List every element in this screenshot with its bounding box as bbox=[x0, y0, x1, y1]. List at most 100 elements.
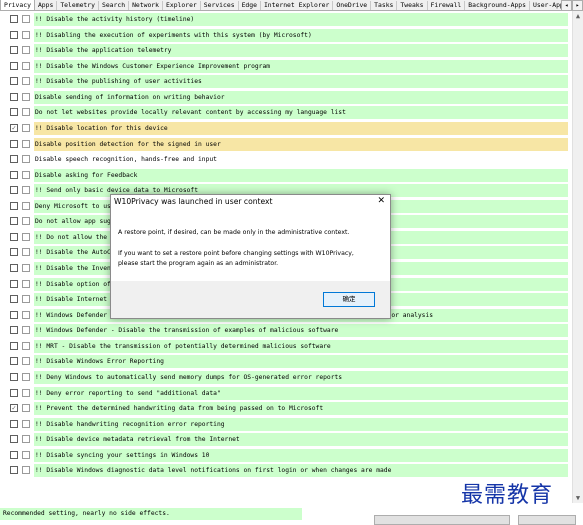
ok-button[interactable]: 确定 bbox=[323, 292, 375, 307]
setting-row: !! Windows Defender - Disable the transm… bbox=[8, 323, 568, 339]
setting-checkbox[interactable] bbox=[10, 372, 18, 381]
scroll-down-icon[interactable]: ▼ bbox=[573, 493, 583, 503]
scroll-up-icon[interactable]: ▲ bbox=[573, 11, 583, 21]
setting-label: !! Disable Windows diagnostic data level… bbox=[34, 464, 568, 478]
setting-checkbox[interactable] bbox=[10, 264, 18, 272]
setting-checkbox[interactable] bbox=[10, 279, 18, 288]
setting-checkbox[interactable] bbox=[10, 295, 18, 304]
setting-user-checkbox[interactable] bbox=[22, 77, 30, 86]
setting-checkbox[interactable] bbox=[10, 77, 18, 86]
setting-user-checkbox[interactable] bbox=[22, 170, 30, 179]
setting-label: Disable asking for Feedback bbox=[34, 168, 568, 182]
tab-services[interactable]: Services bbox=[201, 1, 239, 10]
setting-checkbox[interactable] bbox=[10, 61, 18, 70]
setting-row: ✓ !! Prevent the determined handwriting d… bbox=[8, 401, 568, 417]
setting-user-checkbox[interactable] bbox=[22, 15, 30, 23]
setting-user-checkbox[interactable] bbox=[22, 372, 30, 381]
setting-user-checkbox[interactable] bbox=[22, 404, 30, 413]
setting-checkbox[interactable] bbox=[10, 310, 18, 319]
tab-privacy[interactable]: Privacy bbox=[0, 0, 35, 10]
setting-user-checkbox[interactable] bbox=[22, 264, 30, 272]
bottom-action-button[interactable] bbox=[374, 515, 510, 525]
tab-telemetry[interactable]: Telemetry bbox=[57, 1, 99, 10]
setting-checkbox[interactable] bbox=[10, 30, 18, 39]
setting-checkbox[interactable] bbox=[10, 341, 18, 350]
tab-apps[interactable]: Apps bbox=[35, 1, 58, 10]
setting-user-checkbox[interactable] bbox=[22, 201, 30, 210]
tab-tweaks[interactable]: Tweaks bbox=[397, 1, 428, 10]
setting-checkbox[interactable] bbox=[10, 46, 18, 55]
tab-internet-explorer[interactable]: Internet Explorer bbox=[261, 1, 334, 10]
dialog-message-line: A restore point, if desired, can be made… bbox=[118, 229, 350, 236]
setting-checkbox[interactable] bbox=[10, 466, 18, 475]
setting-label: !! Disable the publishing of user activi… bbox=[34, 75, 568, 89]
setting-checkbox[interactable] bbox=[10, 388, 18, 397]
tab-search[interactable]: Search bbox=[99, 1, 130, 10]
tab-explorer[interactable]: Explorer bbox=[163, 1, 201, 10]
setting-row: Disable asking for Feedback bbox=[8, 168, 568, 184]
setting-checkbox[interactable] bbox=[10, 108, 18, 117]
setting-user-checkbox[interactable] bbox=[22, 419, 30, 428]
setting-user-checkbox[interactable] bbox=[22, 466, 30, 475]
vertical-scrollbar[interactable]: ▲ ▼ bbox=[572, 11, 583, 503]
tab-onedrive[interactable]: OneDrive bbox=[333, 1, 372, 10]
setting-user-checkbox[interactable] bbox=[22, 61, 30, 70]
setting-checkbox[interactable] bbox=[10, 248, 18, 257]
setting-label: !! Disable the application telemetry bbox=[34, 44, 568, 58]
setting-label: Disable position detection for the signe… bbox=[34, 137, 568, 151]
setting-user-checkbox[interactable] bbox=[22, 310, 30, 319]
setting-user-checkbox[interactable] bbox=[22, 108, 30, 117]
setting-user-checkbox[interactable] bbox=[22, 295, 30, 304]
setting-checkbox[interactable] bbox=[10, 186, 18, 195]
tab-network[interactable]: Network bbox=[129, 1, 163, 10]
setting-checkbox[interactable] bbox=[10, 419, 18, 428]
setting-user-checkbox[interactable] bbox=[22, 435, 30, 444]
setting-checkbox[interactable]: ✓ bbox=[10, 123, 18, 132]
setting-checkbox[interactable] bbox=[10, 92, 18, 101]
setting-label: !! Disable handwriting recognition error… bbox=[34, 417, 568, 431]
setting-checkbox[interactable] bbox=[10, 232, 18, 241]
setting-user-checkbox[interactable] bbox=[22, 357, 30, 366]
setting-checkbox[interactable] bbox=[10, 435, 18, 444]
setting-checkbox[interactable] bbox=[10, 201, 18, 210]
setting-label: !! Deny error reporting to send "additio… bbox=[34, 386, 568, 400]
setting-checkbox[interactable] bbox=[10, 15, 18, 23]
setting-user-checkbox[interactable] bbox=[22, 279, 30, 288]
tab-scroll-left-button[interactable]: ◂ bbox=[561, 0, 572, 11]
setting-user-checkbox[interactable] bbox=[22, 92, 30, 101]
setting-user-checkbox[interactable] bbox=[22, 123, 30, 132]
setting-label: !! Windows Defender - Disable the transm… bbox=[34, 324, 568, 338]
setting-checkbox[interactable]: ✓ bbox=[10, 404, 18, 413]
setting-user-checkbox[interactable] bbox=[22, 217, 30, 226]
setting-checkbox[interactable] bbox=[10, 357, 18, 366]
setting-user-checkbox[interactable] bbox=[22, 248, 30, 257]
setting-user-checkbox[interactable] bbox=[22, 326, 30, 335]
setting-user-checkbox[interactable] bbox=[22, 186, 30, 195]
status-text: Recommended setting, nearly no side effe… bbox=[0, 508, 302, 520]
setting-user-checkbox[interactable] bbox=[22, 155, 30, 164]
tab-edge[interactable]: Edge bbox=[239, 1, 261, 10]
tab-scroll-right-button[interactable]: ▸ bbox=[572, 0, 583, 11]
tab-background-apps[interactable]: Background-Apps bbox=[465, 1, 530, 10]
dialog-body: A restore point, if desired, can be made… bbox=[111, 213, 390, 281]
close-icon[interactable]: ✕ bbox=[377, 196, 385, 206]
setting-user-checkbox[interactable] bbox=[22, 450, 30, 459]
setting-checkbox[interactable] bbox=[10, 450, 18, 459]
setting-checkbox[interactable] bbox=[10, 139, 18, 148]
setting-user-checkbox[interactable] bbox=[22, 388, 30, 397]
setting-user-checkbox[interactable] bbox=[22, 46, 30, 55]
setting-row: !! Deny error reporting to send "additio… bbox=[8, 386, 568, 402]
setting-row: !! Disable the publishing of user activi… bbox=[8, 74, 568, 90]
setting-checkbox[interactable] bbox=[10, 155, 18, 164]
setting-user-checkbox[interactable] bbox=[22, 232, 30, 241]
bottom-secondary-button[interactable] bbox=[518, 515, 576, 525]
setting-user-checkbox[interactable] bbox=[22, 139, 30, 148]
setting-label: !! Disable syncing your settings in Wind… bbox=[34, 448, 568, 462]
setting-checkbox[interactable] bbox=[10, 326, 18, 335]
setting-checkbox[interactable] bbox=[10, 217, 18, 226]
tab-firewall[interactable]: Firewall bbox=[428, 1, 466, 10]
setting-user-checkbox[interactable] bbox=[22, 30, 30, 39]
tab-tasks[interactable]: Tasks bbox=[371, 1, 398, 10]
setting-checkbox[interactable] bbox=[10, 170, 18, 179]
setting-user-checkbox[interactable] bbox=[22, 341, 30, 350]
